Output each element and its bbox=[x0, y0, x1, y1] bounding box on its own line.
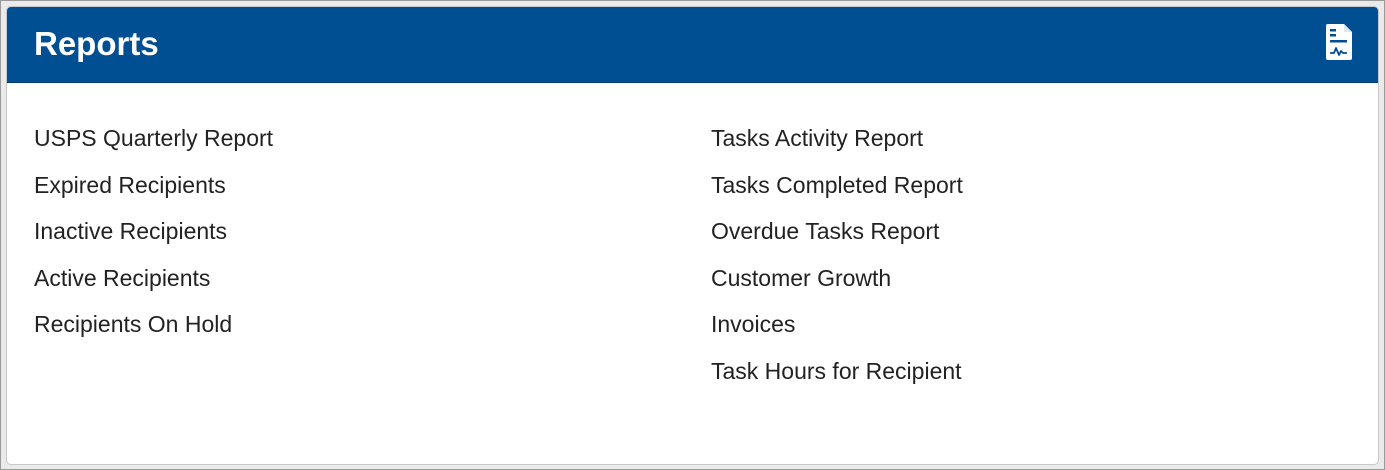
report-link-overdue-tasks[interactable]: Overdue Tasks Report bbox=[711, 208, 963, 255]
report-link-active-recipients[interactable]: Active Recipients bbox=[34, 255, 273, 302]
reports-panel-header: Reports bbox=[7, 7, 1378, 83]
report-document-icon[interactable] bbox=[1325, 23, 1353, 61]
report-link-tasks-activity[interactable]: Tasks Activity Report bbox=[711, 115, 963, 162]
report-link-invoices[interactable]: Invoices bbox=[711, 301, 963, 348]
report-link-recipients-on-hold[interactable]: Recipients On Hold bbox=[34, 301, 273, 348]
report-link-task-hours-for-recipient[interactable]: Task Hours for Recipient bbox=[711, 348, 963, 395]
report-link-customer-growth[interactable]: Customer Growth bbox=[711, 255, 963, 302]
report-link-tasks-completed[interactable]: Tasks Completed Report bbox=[711, 162, 963, 209]
report-link-usps-quarterly[interactable]: USPS Quarterly Report bbox=[34, 115, 273, 162]
window-frame: Reports USPS Quarterly Report Expired Re… bbox=[0, 0, 1385, 470]
panel-title: Reports bbox=[34, 25, 159, 62]
report-link-expired-recipients[interactable]: Expired Recipients bbox=[34, 162, 273, 209]
report-link-inactive-recipients[interactable]: Inactive Recipients bbox=[34, 208, 273, 255]
reports-panel: Reports USPS Quarterly Report Expired Re… bbox=[6, 6, 1379, 465]
left-report-list: USPS Quarterly Report Expired Recipients… bbox=[34, 115, 273, 348]
right-report-list: Tasks Activity Report Tasks Completed Re… bbox=[711, 115, 963, 395]
